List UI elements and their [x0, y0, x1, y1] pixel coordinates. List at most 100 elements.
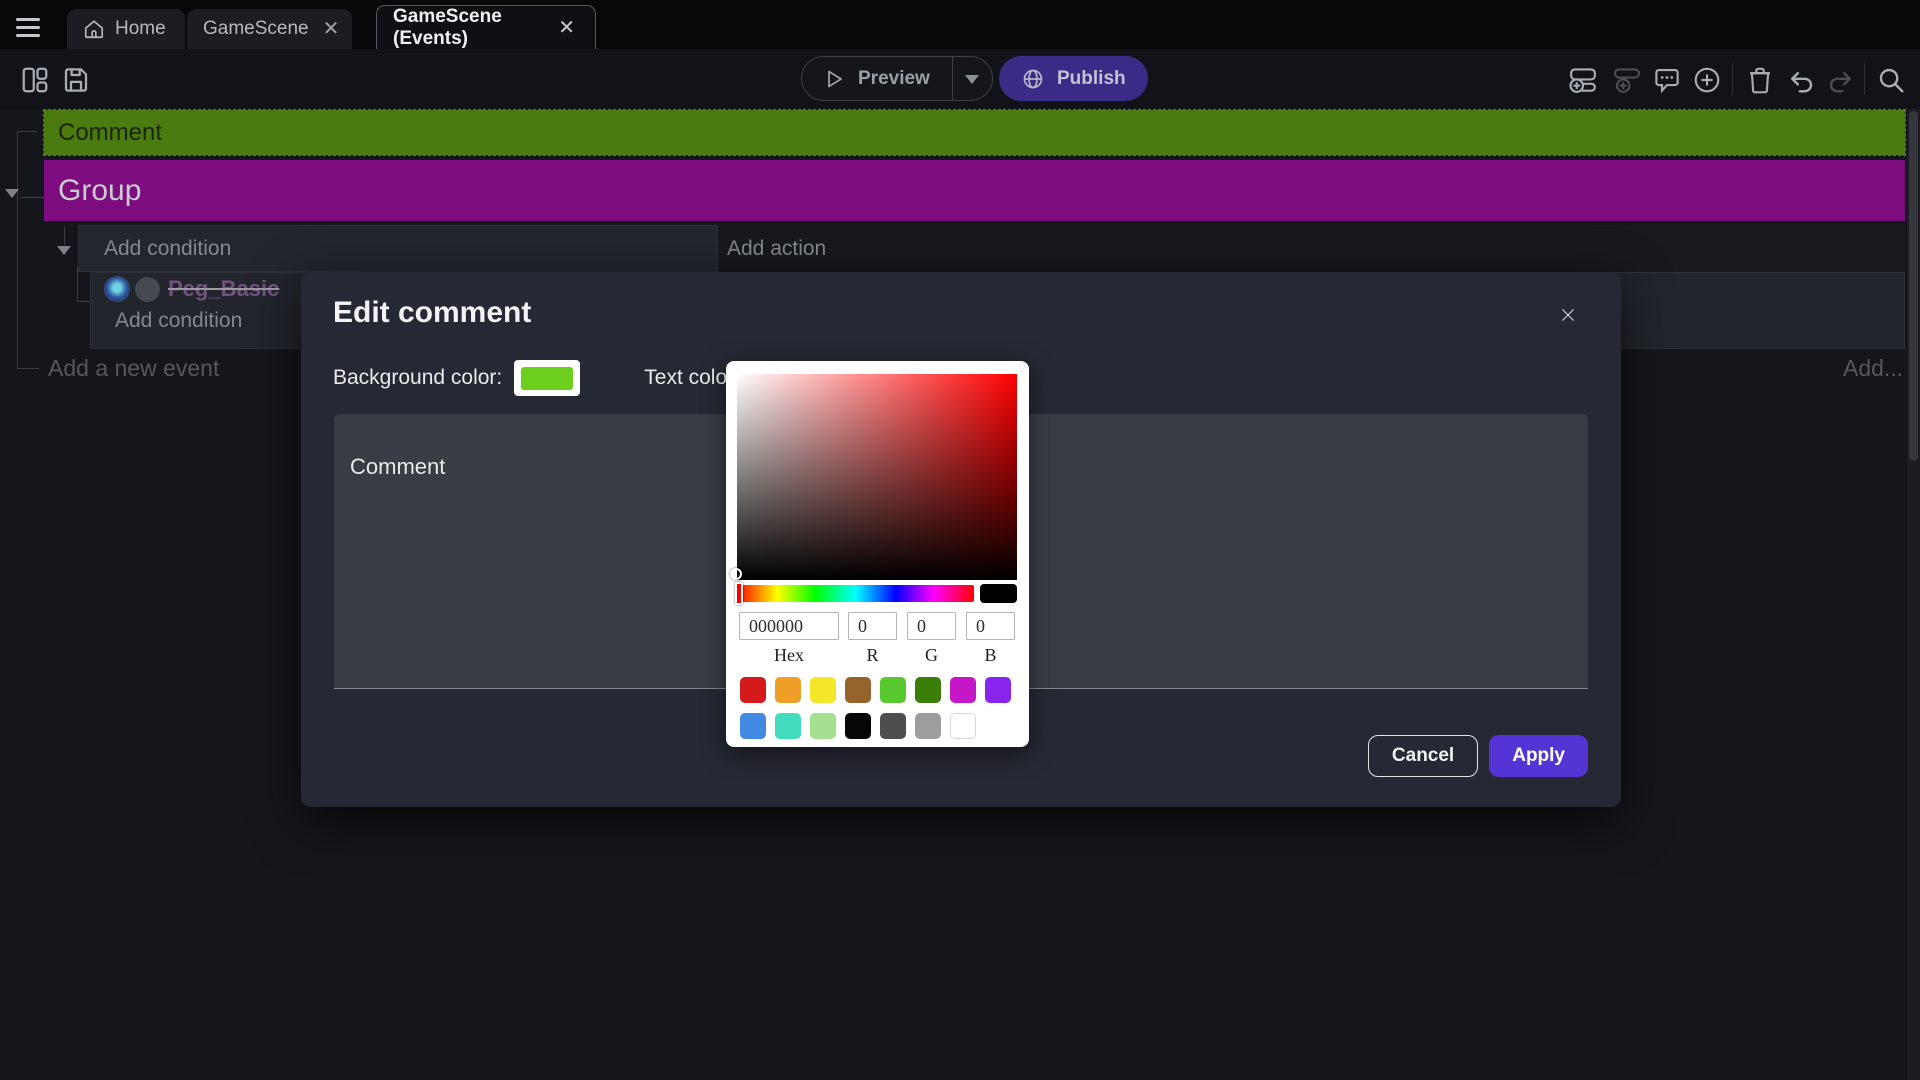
- toolbar-divider: [1864, 63, 1865, 95]
- behavior-icon: [105, 277, 129, 301]
- palette-swatch[interactable]: [740, 677, 766, 703]
- palette-swatch[interactable]: [740, 713, 766, 739]
- background-color-value: [521, 367, 573, 390]
- globe-icon: [1021, 67, 1045, 91]
- color-options-row: Background color: Text color:: [333, 360, 740, 396]
- undo-icon: [1786, 65, 1816, 95]
- add-condition-button[interactable]: Add condition: [115, 309, 242, 333]
- palette-swatch[interactable]: [950, 713, 976, 739]
- background-color-label: Background color:: [333, 366, 502, 390]
- red-input[interactable]: [848, 612, 897, 640]
- hex-input[interactable]: [739, 612, 839, 640]
- delete-button[interactable]: [1745, 65, 1775, 95]
- cancel-button[interactable]: Cancel: [1368, 735, 1478, 777]
- object-condition-text: Peg_Basic: [166, 276, 279, 302]
- events-scrollbar[interactable]: [1907, 109, 1920, 1080]
- hamburger-icon: [16, 18, 40, 21]
- add-more-button[interactable]: Add...: [1843, 355, 1903, 382]
- add-event-button[interactable]: [1568, 65, 1598, 95]
- add-subevent-button[interactable]: [1612, 65, 1642, 95]
- add-new-event-button[interactable]: Add a new event: [48, 355, 219, 382]
- tree-line: [64, 227, 65, 245]
- palette-swatch[interactable]: [985, 677, 1011, 703]
- scrollbar-thumb[interactable]: [1909, 111, 1918, 461]
- green-label: G: [907, 645, 956, 666]
- search-button[interactable]: [1876, 65, 1906, 95]
- hex-label: Hex: [739, 645, 839, 666]
- plus-circle-icon: [1692, 65, 1722, 95]
- palette-swatch[interactable]: [845, 677, 871, 703]
- tab-bar: Home GameScene ✕ GameScene (Events) ✕: [0, 0, 1920, 49]
- gdevelop-app: Home GameScene ✕ GameScene (Events) ✕ Pr…: [0, 0, 1920, 1080]
- palette-swatch[interactable]: [915, 713, 941, 739]
- collapse-arrow-icon[interactable]: [5, 189, 19, 205]
- redo-button[interactable]: [1826, 65, 1856, 95]
- tab-gamescene-events[interactable]: GameScene (Events) ✕: [376, 5, 596, 49]
- background-color-swatch[interactable]: [514, 360, 580, 396]
- add-circle-button[interactable]: [1692, 65, 1722, 95]
- saturation-area[interactable]: [737, 374, 1017, 580]
- tree-line: [20, 197, 44, 198]
- green-input[interactable]: [907, 612, 956, 640]
- toolbar-divider: [1732, 63, 1733, 95]
- hue-slider[interactable]: [737, 585, 974, 602]
- publish-button[interactable]: Publish: [999, 56, 1148, 101]
- palette-swatch[interactable]: [810, 677, 836, 703]
- save-icon: [61, 65, 91, 95]
- group-event[interactable]: Group: [44, 160, 1905, 221]
- redo-icon: [1826, 65, 1856, 95]
- preview-label: Preview: [858, 68, 930, 90]
- hue-slider-handle[interactable]: [735, 582, 743, 605]
- close-dialog-button[interactable]: [1553, 300, 1583, 330]
- palette-row: [740, 713, 976, 739]
- close-tab-icon[interactable]: ✕: [319, 17, 344, 41]
- palette-swatch[interactable]: [810, 713, 836, 739]
- tab-home[interactable]: Home: [67, 9, 185, 49]
- palette-swatch[interactable]: [915, 677, 941, 703]
- toggle-panels-button[interactable]: [20, 65, 50, 95]
- group-event-text: Group: [58, 174, 141, 208]
- play-icon: [822, 67, 846, 91]
- add-subevent-icon: [1612, 65, 1642, 95]
- add-action-button[interactable]: Add action: [718, 225, 1905, 272]
- close-tab-icon[interactable]: ✕: [554, 16, 579, 40]
- palette-swatch[interactable]: [775, 713, 801, 739]
- close-icon: [1559, 301, 1577, 329]
- add-comment-button[interactable]: [1652, 65, 1682, 95]
- dialog-title: Edit comment: [333, 296, 531, 330]
- preview-split-button: Preview: [801, 56, 993, 101]
- collapse-arrow-icon[interactable]: [57, 246, 71, 262]
- event-row: Add condition Add action: [78, 225, 1905, 272]
- color-picker-popover: Hex R G B: [726, 361, 1029, 747]
- palette-row: [740, 677, 1011, 703]
- tab-gamescene[interactable]: GameScene ✕: [187, 9, 352, 49]
- blue-label: B: [966, 645, 1015, 666]
- palette-swatch[interactable]: [950, 677, 976, 703]
- comment-event[interactable]: Comment: [44, 110, 1905, 155]
- saturation-marker[interactable]: [730, 568, 742, 580]
- add-condition-button[interactable]: Add condition: [78, 225, 718, 272]
- tree-line: [17, 368, 39, 369]
- preview-options-button[interactable]: [952, 57, 992, 100]
- palette-swatch[interactable]: [775, 677, 801, 703]
- object-condition[interactable]: Peg_Basic: [105, 276, 279, 302]
- chevron-down-icon: [965, 75, 979, 91]
- apply-button[interactable]: Apply: [1489, 735, 1588, 777]
- undo-button[interactable]: [1786, 65, 1816, 95]
- tree-line: [77, 301, 91, 302]
- current-color-preview: [980, 584, 1017, 603]
- palette-swatch[interactable]: [880, 713, 906, 739]
- preview-button[interactable]: Preview: [802, 57, 952, 100]
- panels-icon: [20, 65, 50, 95]
- tree-line: [17, 131, 18, 368]
- save-button[interactable]: [61, 65, 91, 95]
- palette-swatch[interactable]: [880, 677, 906, 703]
- trash-icon: [1745, 65, 1775, 95]
- comment-event-text: Comment: [58, 119, 162, 147]
- add-event-icon: [1568, 65, 1598, 95]
- tab-label: Home: [115, 18, 166, 40]
- palette-swatch[interactable]: [845, 713, 871, 739]
- blue-input[interactable]: [966, 612, 1015, 640]
- main-menu-button[interactable]: [10, 7, 46, 43]
- toolbar: Preview Publish: [0, 49, 1920, 109]
